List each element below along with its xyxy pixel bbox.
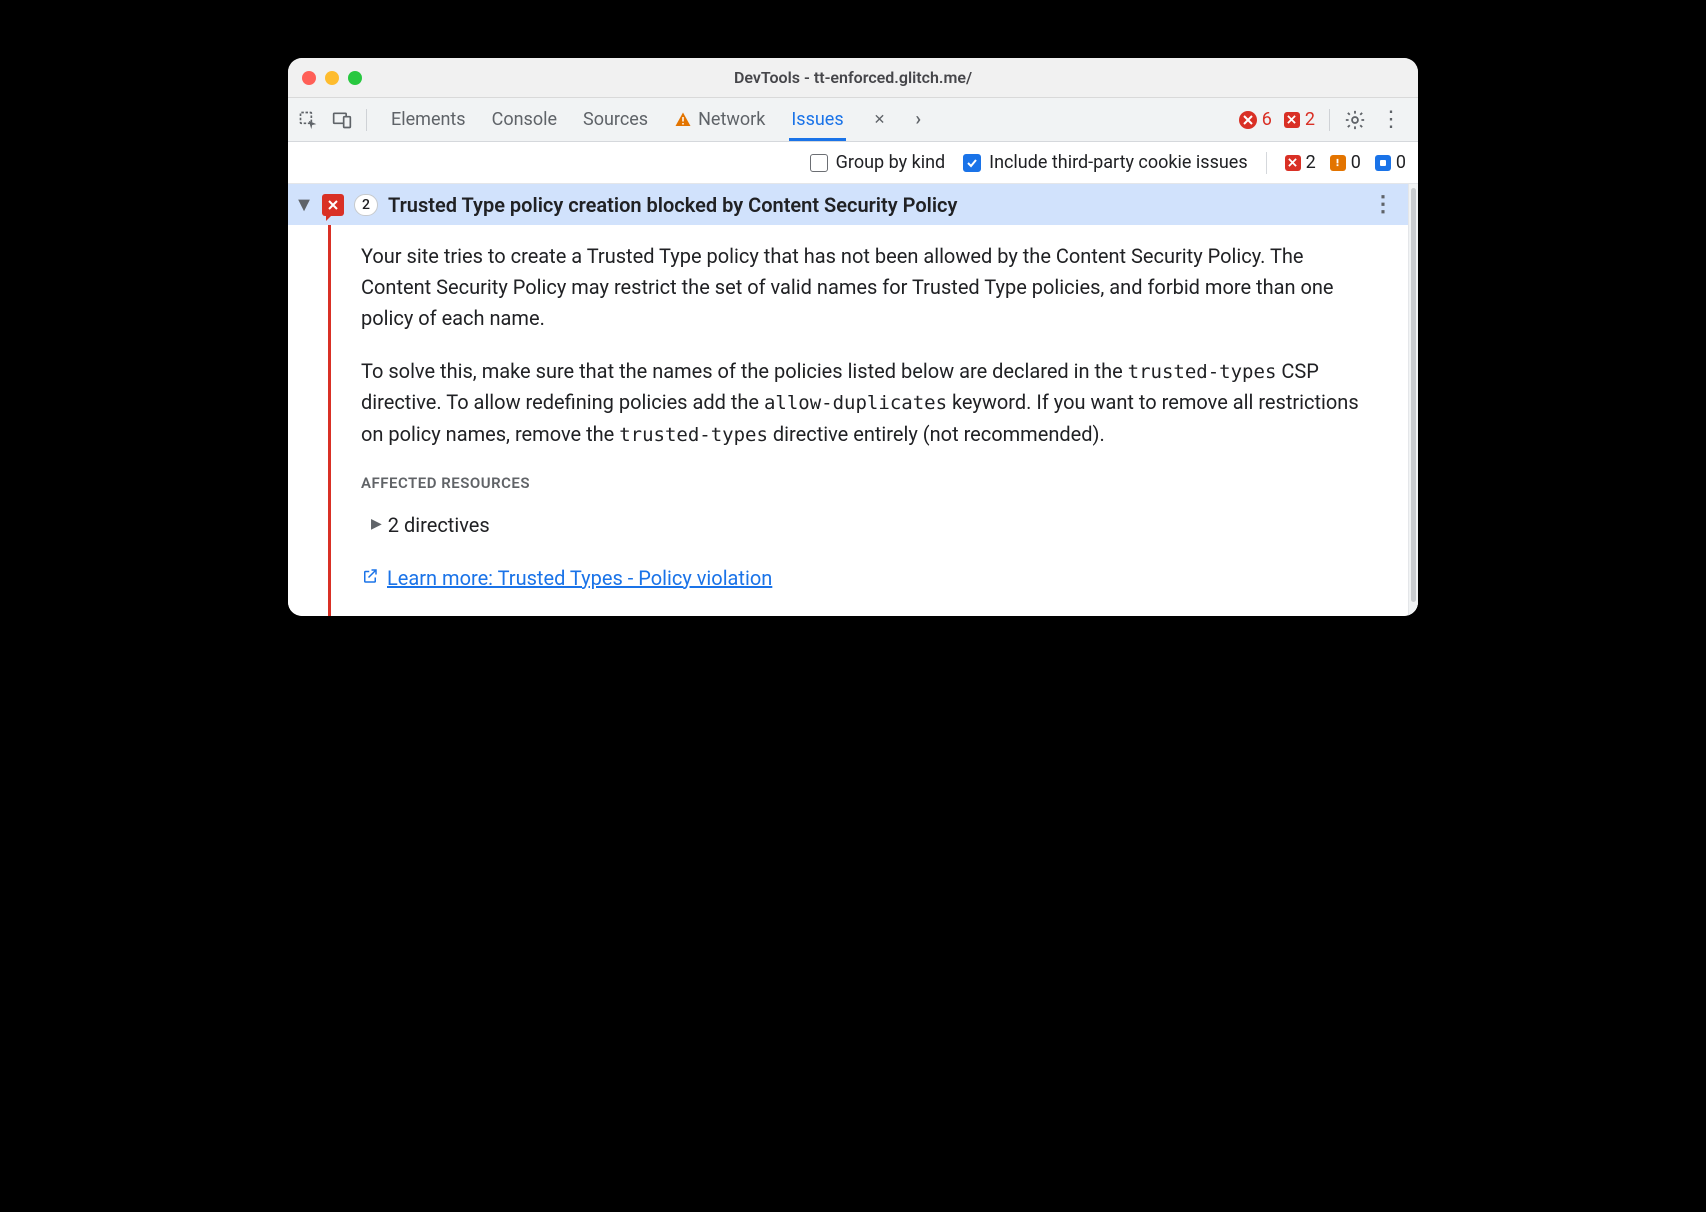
code-allow-duplicates: allow-duplicates bbox=[764, 392, 947, 414]
more-tabs-icon[interactable]: ›› bbox=[915, 109, 916, 130]
checkbox-unchecked-icon bbox=[810, 154, 828, 172]
settings-gear-icon[interactable] bbox=[1344, 109, 1366, 131]
tab-sources[interactable]: Sources bbox=[583, 99, 648, 140]
divider bbox=[1266, 152, 1267, 174]
affected-resources-label: AFFECTED RESOURCES bbox=[361, 472, 1378, 495]
external-link-icon bbox=[361, 563, 379, 594]
traffic-lights bbox=[302, 71, 362, 85]
issue-menu-icon[interactable]: ⋮ bbox=[1366, 192, 1400, 217]
issues-content: ▼ 2 Trusted Type policy creation blocked… bbox=[288, 184, 1418, 616]
directives-tree-item[interactable]: ▶ 2 directives bbox=[371, 510, 1378, 541]
issues-toolbar: Group by kind Include third-party cookie… bbox=[288, 142, 1418, 184]
window-title: DevTools - tt-enforced.glitch.me/ bbox=[288, 68, 1418, 87]
error-square-icon bbox=[1284, 112, 1300, 128]
chevron-down-icon: ▼ bbox=[296, 192, 312, 217]
warning-square-icon bbox=[1330, 155, 1346, 171]
scrollbar[interactable] bbox=[1408, 184, 1418, 616]
tab-console[interactable]: Console bbox=[492, 99, 557, 140]
include-third-party-label: Include third-party cookie issues bbox=[989, 152, 1247, 173]
checkbox-checked-icon bbox=[963, 154, 981, 172]
error-count-badge[interactable]: 6 bbox=[1239, 109, 1272, 130]
warning-triangle-icon bbox=[674, 111, 692, 129]
issue-counters: 2 0 0 bbox=[1285, 152, 1406, 173]
error-square-icon bbox=[1285, 155, 1301, 171]
issue-description-2: To solve this, make sure that the names … bbox=[361, 356, 1378, 450]
include-third-party-checkbox[interactable]: Include third-party cookie issues bbox=[963, 152, 1247, 173]
scrollbar-thumb[interactable] bbox=[1411, 188, 1416, 602]
tab-issues-label: Issues bbox=[791, 109, 843, 130]
issue-body: Your site tries to create a Trusted Type… bbox=[328, 225, 1408, 616]
status-badges: 6 2 bbox=[1239, 109, 1315, 130]
learn-more-link[interactable]: Learn more: Trusted Types - Policy viola… bbox=[387, 563, 772, 594]
issue-header[interactable]: ▼ 2 Trusted Type policy creation blocked… bbox=[288, 184, 1408, 225]
code-trusted-types: trusted-types bbox=[1128, 361, 1277, 383]
inspect-element-icon[interactable] bbox=[298, 110, 318, 130]
error-count: 6 bbox=[1262, 109, 1272, 130]
close-window-button[interactable] bbox=[302, 71, 316, 85]
error-circle-icon bbox=[1239, 111, 1257, 129]
issue-description-1: Your site tries to create a Trusted Type… bbox=[361, 241, 1378, 334]
tab-elements[interactable]: Elements bbox=[391, 99, 466, 140]
divider bbox=[1329, 109, 1330, 131]
tab-issues[interactable]: Issues bbox=[791, 99, 843, 140]
minimize-window-button[interactable] bbox=[325, 71, 339, 85]
warning-counter-value: 0 bbox=[1351, 152, 1361, 173]
issue-title: Trusted Type policy creation blocked by … bbox=[388, 193, 1356, 217]
titlebar: DevTools - tt-enforced.glitch.me/ bbox=[288, 58, 1418, 98]
code-trusted-types-2: trusted-types bbox=[619, 424, 768, 446]
learn-more-row: Learn more: Trusted Types - Policy viola… bbox=[361, 563, 1378, 594]
devtools-window: DevTools - tt-enforced.glitch.me/ Elemen… bbox=[288, 58, 1418, 616]
issue-count: 2 bbox=[1305, 109, 1315, 130]
panel-tabs: Elements Console Sources Network Issues … bbox=[391, 99, 916, 140]
zoom-window-button[interactable] bbox=[348, 71, 362, 85]
chevron-right-icon: ▶ bbox=[371, 514, 382, 536]
group-by-kind-label: Group by kind bbox=[836, 152, 946, 173]
issue-count-pill: 2 bbox=[354, 194, 378, 216]
issue-count-badge[interactable]: 2 bbox=[1284, 109, 1315, 130]
warning-issue-counter[interactable]: 0 bbox=[1330, 152, 1361, 173]
group-by-kind-checkbox[interactable]: Group by kind bbox=[810, 152, 946, 173]
error-issue-counter[interactable]: 2 bbox=[1285, 152, 1316, 173]
info-square-icon bbox=[1375, 155, 1391, 171]
error-message-icon bbox=[322, 194, 344, 216]
device-toolbar-icon[interactable] bbox=[332, 110, 352, 130]
devtools-tabbar: Elements Console Sources Network Issues … bbox=[288, 98, 1418, 142]
close-tab-icon[interactable]: ✕ bbox=[870, 110, 890, 130]
divider bbox=[366, 109, 367, 131]
info-counter-value: 0 bbox=[1396, 152, 1406, 173]
more-menu-icon[interactable]: ⋮ bbox=[1376, 107, 1406, 132]
tab-network-label: Network bbox=[698, 109, 765, 130]
error-counter-value: 2 bbox=[1306, 152, 1316, 173]
tab-network[interactable]: Network bbox=[674, 99, 765, 140]
info-issue-counter[interactable]: 0 bbox=[1375, 152, 1406, 173]
directives-count: 2 directives bbox=[388, 510, 490, 541]
